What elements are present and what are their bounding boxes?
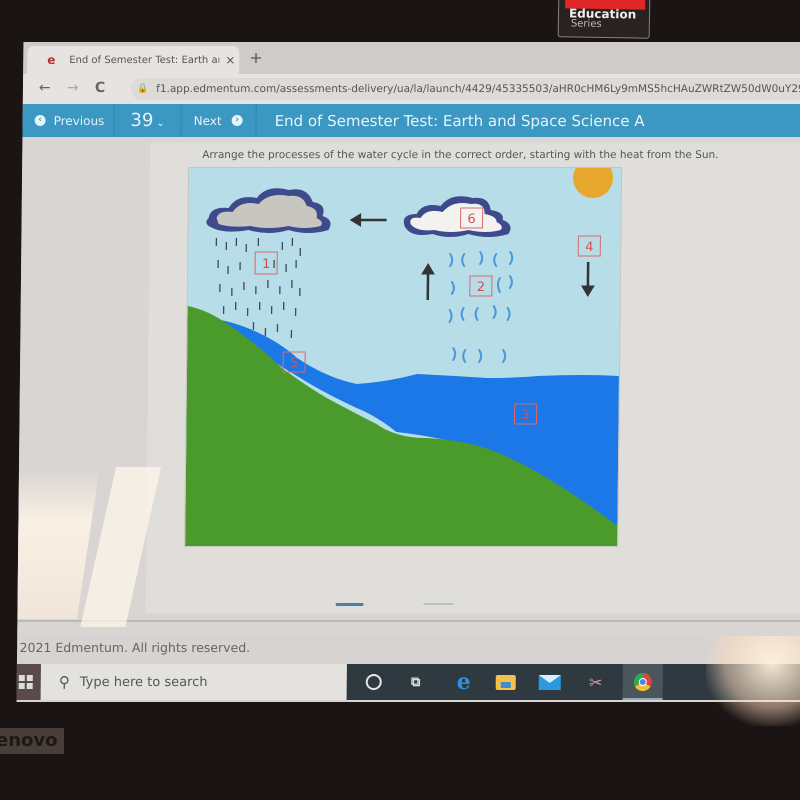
folder-icon <box>495 674 516 690</box>
screen-glare <box>706 636 800 726</box>
url-text: f1.app.edmentum.com/assessments-delivery… <box>156 83 800 95</box>
svg-text:6: 6 <box>467 212 475 227</box>
svg-text:5: 5 <box>290 356 298 371</box>
windows-taskbar: ⚲ Type here to search ⧉ e ✂ <box>16 664 800 700</box>
next-button[interactable]: Next › <box>180 104 257 137</box>
mail-button[interactable] <box>537 670 563 694</box>
footer-divider <box>17 620 800 622</box>
svg-text:4: 4 <box>585 240 593 255</box>
chrome-icon <box>633 673 652 691</box>
sticker-line2: Series <box>570 18 602 30</box>
question-card: Arrange the processes of the water cycle… <box>145 143 800 613</box>
previous-arrow-icon: ‹ <box>34 115 46 126</box>
question-number: 39 <box>130 110 154 131</box>
edge-icon: e <box>456 669 471 695</box>
next-label: Next <box>193 113 222 128</box>
water-cycle-diagram: 1 2 3 4 5 6 <box>184 167 623 547</box>
chevron-down-icon: ⌄ <box>156 117 165 129</box>
snipping-tool-button[interactable]: ✂ <box>583 670 609 694</box>
test-title: End of Semester Test: Earth and Space Sc… <box>274 111 645 130</box>
lenovo-logo: enovo <box>0 728 64 754</box>
answer-slot-indicator[interactable] <box>335 603 364 606</box>
laptop-screen: e End of Semester Test: Earth and × + ← … <box>16 42 800 702</box>
answer-slot-indicator[interactable] <box>423 603 454 605</box>
browser-tab[interactable]: e End of Semester Test: Earth and × <box>27 46 240 74</box>
tab-strip: e End of Semester Test: Earth and × + <box>23 42 800 74</box>
question-prompt: Arrange the processes of the water cycle… <box>202 149 719 161</box>
start-button[interactable] <box>16 664 41 700</box>
education-series-sticker: Education Series <box>557 0 651 39</box>
task-view-icon: ⧉ <box>411 674 421 690</box>
new-tab-button[interactable]: + <box>249 48 263 67</box>
browser-toolbar: ← → C 🔒 f1.app.edmentum.com/assessments-… <box>22 74 800 104</box>
search-icon: ⚲ <box>58 673 70 691</box>
address-bar[interactable]: 🔒 f1.app.edmentum.com/assessments-delive… <box>130 78 800 100</box>
svg-text:1: 1 <box>262 257 270 272</box>
next-arrow-icon: › <box>231 115 243 126</box>
windows-logo-icon <box>18 675 33 689</box>
assessment-header: ‹ Previous 39 ⌄ Next › End of Semester T… <box>22 104 800 137</box>
chrome-button[interactable] <box>622 664 663 700</box>
reload-icon[interactable]: C <box>95 80 105 96</box>
mail-icon <box>538 674 561 690</box>
task-view-button[interactable]: ⧉ <box>403 670 429 694</box>
tab-title: End of Semester Test: Earth and <box>69 54 220 66</box>
tab-close-icon[interactable]: × <box>225 53 235 67</box>
forward-arrow-icon[interactable]: → <box>67 80 79 96</box>
edge-browser-button[interactable]: e <box>451 669 477 695</box>
taskbar-search-box[interactable]: ⚲ Type here to search <box>40 664 347 700</box>
search-placeholder: Type here to search <box>79 674 208 690</box>
active-app-indicator <box>622 698 663 700</box>
previous-label: Previous <box>53 113 105 128</box>
svg-text:2: 2 <box>477 280 485 295</box>
cortana-circle-icon <box>365 674 382 690</box>
svg-text:3: 3 <box>521 408 529 423</box>
scissors-icon: ✂ <box>588 672 603 692</box>
copyright-text: © 2021 Edmentum. All rights reserved. <box>16 640 251 655</box>
question-area: Arrange the processes of the water cycle… <box>16 137 800 637</box>
cortana-button[interactable] <box>361 670 387 694</box>
lock-icon: 🔒 <box>136 84 149 94</box>
edmentum-favicon-icon: e <box>47 53 56 67</box>
back-arrow-icon[interactable]: ← <box>39 80 51 96</box>
question-number-dropdown[interactable]: 39 ⌄ <box>114 104 182 137</box>
previous-button[interactable]: ‹ Previous <box>22 104 115 137</box>
file-explorer-button[interactable] <box>493 670 519 694</box>
